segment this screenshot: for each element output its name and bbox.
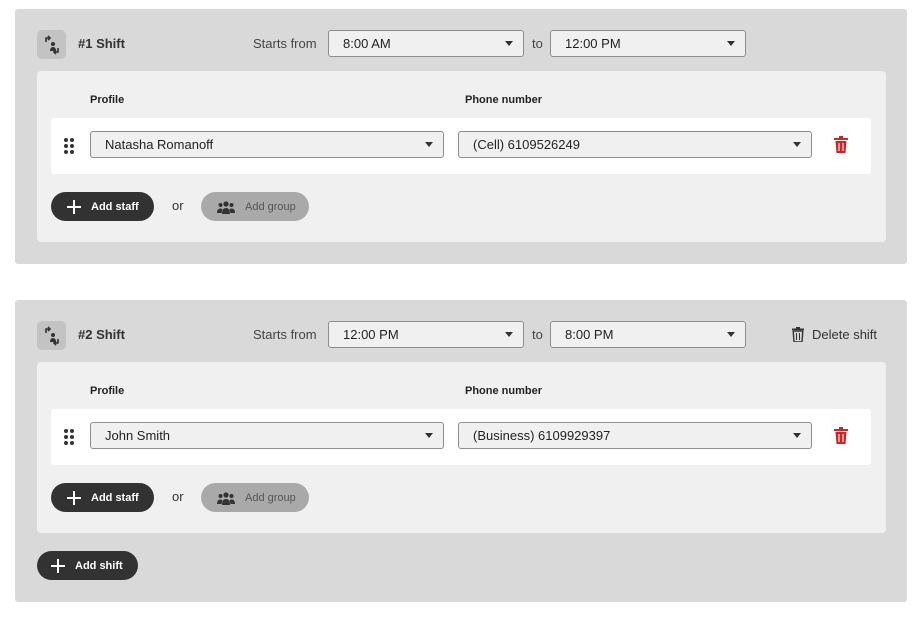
add-staff-button[interactable]: Add staff — [51, 192, 154, 221]
chevron-down-icon — [425, 433, 433, 438]
phone-select[interactable]: (Cell) 6109526249 — [458, 131, 812, 158]
group-icon — [217, 491, 235, 505]
phone-select[interactable]: (Business) 6109929397 — [458, 422, 812, 449]
chevron-down-icon — [793, 142, 801, 147]
staff-row: John Smith (Business) 6109929397 — [51, 409, 871, 465]
chevron-down-icon — [505, 332, 513, 337]
drag-handle-icon[interactable] — [64, 429, 76, 445]
chevron-down-icon — [793, 433, 801, 438]
add-group-label: Add group — [245, 200, 296, 213]
chevron-down-icon — [505, 41, 513, 46]
profile-value: John Smith — [105, 428, 171, 443]
or-label: or — [172, 198, 184, 213]
plus-icon — [67, 199, 81, 214]
start-time-value: 12:00 PM — [343, 327, 399, 342]
chevron-down-icon — [727, 332, 735, 337]
phone-column-header: Phone number — [465, 385, 543, 397]
trash-icon — [792, 326, 804, 342]
add-group-button[interactable]: Add group — [201, 483, 309, 512]
starts-from-label: Starts from — [253, 36, 317, 51]
trash-icon[interactable] — [834, 136, 848, 154]
phone-column-header: Phone number — [465, 94, 543, 106]
to-label: to — [532, 327, 543, 342]
delete-shift-button[interactable]: Delete shift — [792, 324, 877, 344]
add-staff-button[interactable]: Add staff — [51, 483, 154, 512]
start-time-select[interactable]: 8:00 AM — [328, 30, 524, 57]
add-shift-label: Add shift — [75, 559, 123, 572]
profile-column-header: Profile — [90, 94, 125, 106]
staff-panel: Profile Phone number Natasha Romanoff (C… — [37, 71, 886, 242]
start-time-value: 8:00 AM — [343, 36, 391, 51]
end-time-value: 8:00 PM — [565, 327, 614, 342]
add-group-label: Add group — [245, 491, 296, 504]
shift-title: #2 Shift — [78, 327, 125, 342]
end-time-value: 12:00 PM — [565, 36, 621, 51]
profile-value: Natasha Romanoff — [105, 137, 214, 152]
phone-value: (Cell) 6109526249 — [473, 137, 580, 152]
chevron-down-icon — [425, 142, 433, 147]
to-label: to — [532, 36, 543, 51]
add-group-button[interactable]: Add group — [201, 192, 309, 221]
staff-row: Natasha Romanoff (Cell) 6109526249 — [51, 118, 871, 174]
chevron-down-icon — [727, 41, 735, 46]
profile-column-header: Profile — [90, 385, 125, 397]
staff-panel: Profile Phone number John Smith (Busines… — [37, 362, 886, 533]
trash-icon[interactable] — [834, 427, 848, 445]
starts-from-label: Starts from — [253, 327, 317, 342]
add-shift-button[interactable]: Add shift — [37, 551, 138, 580]
shift-card-1: #1 Shift Starts from 8:00 AM to 12:00 PM… — [15, 9, 907, 264]
end-time-select[interactable]: 12:00 PM — [550, 30, 746, 57]
profile-select[interactable]: John Smith — [90, 422, 444, 449]
add-staff-label: Add staff — [91, 491, 139, 504]
swap-person-icon[interactable] — [37, 30, 66, 59]
start-time-select[interactable]: 12:00 PM — [328, 321, 524, 348]
swap-person-icon[interactable] — [37, 321, 66, 350]
plus-icon — [67, 490, 81, 505]
group-icon — [217, 200, 235, 214]
or-label: or — [172, 489, 184, 504]
delete-shift-label: Delete shift — [812, 326, 878, 342]
shift-card-2: #2 Shift Starts from 12:00 PM to 8:00 PM… — [15, 300, 907, 602]
profile-select[interactable]: Natasha Romanoff — [90, 131, 444, 158]
shift-title: #1 Shift — [78, 36, 125, 51]
drag-handle-icon[interactable] — [64, 138, 76, 154]
end-time-select[interactable]: 8:00 PM — [550, 321, 746, 348]
plus-icon — [51, 558, 65, 573]
phone-value: (Business) 6109929397 — [473, 428, 611, 443]
add-staff-label: Add staff — [91, 200, 139, 213]
